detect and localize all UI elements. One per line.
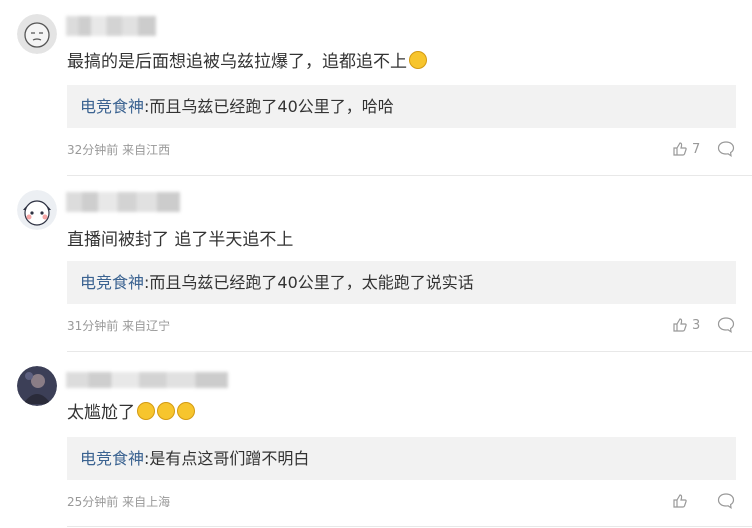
like-count: 3 (692, 317, 701, 333)
reply-text: :而且乌兹已经跑了40公里了，哈哈 (144, 97, 394, 116)
comment-meta: 32分钟前 来自江西 (67, 143, 171, 157)
reply-button[interactable] (717, 492, 735, 510)
reply-author[interactable]: 电竞食神 (80, 97, 144, 116)
reply-box[interactable]: 电竞食神:是有点这哥们蹭不明白 (67, 437, 736, 480)
reply-box[interactable]: 电竞食神:而且乌兹已经跑了40公里了，太能跑了说实话 (67, 261, 736, 304)
reply-text: :而且乌兹已经跑了40公里了，太能跑了说实话 (144, 273, 474, 292)
comment-item: 太尴尬了 电竞食神:是有点这哥们蹭不明白 25分钟前 来自上海 (0, 352, 752, 528)
comment-text: 太尴尬了 (67, 401, 195, 425)
comment-list: 最搞的是后面想追被乌兹拉爆了，追都追不上 电竞食神:而且乌兹已经跑了40公里了，… (0, 0, 752, 528)
thumbs-up-icon (673, 142, 687, 156)
reply-box[interactable]: 电竞食神:而且乌兹已经跑了40公里了，哈哈 (67, 85, 736, 128)
comment-text-content: 最搞的是后面想追被乌兹拉爆了，追都追不上 (67, 52, 407, 72)
comment-text-content: 直播间被封了 追了半天追不上 (67, 230, 294, 250)
avatar[interactable] (17, 190, 57, 230)
comment-text: 最搞的是后面想追被乌兹拉爆了，追都追不上 (67, 50, 427, 74)
thumbs-up-icon (673, 494, 687, 508)
laugh-cry-emoji (137, 402, 155, 420)
comment-bubble-icon (717, 317, 735, 334)
like-button[interactable] (672, 492, 692, 510)
avatar[interactable] (17, 14, 57, 54)
reply-author[interactable]: 电竞食神 (80, 273, 144, 292)
reply-button[interactable] (717, 316, 735, 334)
comment-bubble-icon (717, 493, 735, 510)
photo-avatar-icon (17, 366, 57, 406)
comment-meta: 25分钟前 来自上海 (67, 495, 171, 509)
doge-emoji (409, 51, 427, 69)
avatar[interactable] (17, 366, 57, 406)
like-count: 7 (692, 141, 701, 157)
comment-meta: 31分钟前 来自辽宁 (67, 319, 171, 333)
reply-author[interactable]: 电竞食神 (80, 449, 144, 468)
like-button[interactable]: 3 (672, 316, 700, 334)
like-button[interactable]: 7 (672, 140, 700, 158)
laugh-cry-emoji (177, 402, 195, 420)
comment-item: 最搞的是后面想追被乌兹拉爆了，追都追不上 电竞食神:而且乌兹已经跑了40公里了，… (0, 0, 752, 176)
thumbs-up-icon (673, 318, 687, 332)
comment-text: 直播间被封了 追了半天追不上 (67, 228, 293, 252)
comment-bubble-icon (717, 141, 735, 158)
laugh-cry-emoji (157, 402, 175, 420)
username-blurred[interactable] (66, 192, 180, 212)
cartoon-face-icon (17, 190, 57, 230)
reply-button[interactable] (717, 140, 735, 158)
username-blurred[interactable] (66, 16, 156, 36)
reply-text: :是有点这哥们蹭不明白 (144, 449, 310, 468)
comment-text-content: 太尴尬了 (67, 403, 135, 423)
username-blurred[interactable] (66, 372, 228, 388)
face-sketch-icon (17, 14, 57, 54)
divider (67, 526, 752, 527)
comment-item: 直播间被封了 追了半天追不上 电竞食神:而且乌兹已经跑了40公里了，太能跑了说实… (0, 176, 752, 352)
